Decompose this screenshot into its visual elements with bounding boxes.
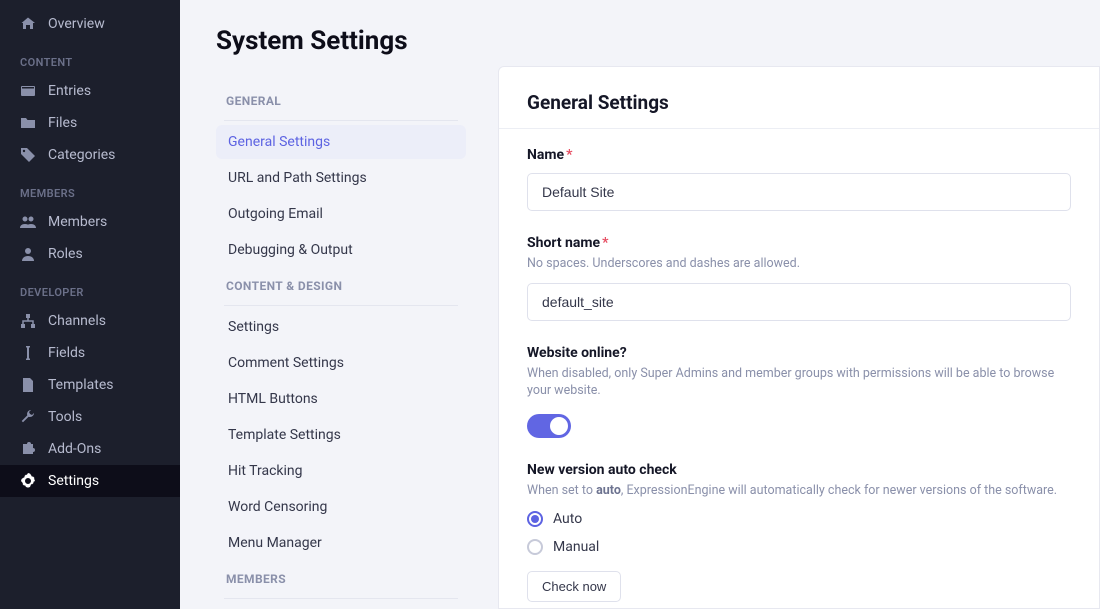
sidebar-item-tools[interactable]: Tools: [0, 401, 180, 433]
sidebar-item-files[interactable]: Files: [0, 107, 180, 139]
desc-text: , ExpressionEngine will automatically ch…: [621, 483, 1057, 498]
field-label: New version auto check: [527, 462, 1071, 478]
radio-indicator: [527, 539, 543, 555]
folder-icon: [20, 115, 36, 131]
desc-bold: auto: [596, 483, 621, 498]
required-asterisk: *: [566, 147, 572, 163]
sidebar-item-label: Roles: [48, 246, 83, 262]
gear-icon: [20, 473, 36, 489]
sidebar-item-label: Members: [48, 214, 107, 230]
puzzle-icon: [20, 441, 36, 457]
sidebar-item-settings[interactable]: Settings: [0, 465, 180, 497]
subnav-group-content-design: CONTENT & DESIGN: [216, 269, 466, 301]
radio-label: Manual: [553, 539, 599, 555]
radio-label: Auto: [553, 511, 582, 527]
primary-sidebar: Overview CONTENT Entries Files Categorie…: [0, 0, 180, 609]
panel-heading: General Settings: [499, 67, 1099, 128]
sidebar-item-members[interactable]: Members: [0, 206, 180, 238]
user-icon: [20, 246, 36, 262]
wrench-icon: [20, 409, 36, 425]
users-icon: [20, 214, 36, 230]
field-description: No spaces. Underscores and dashes are al…: [527, 255, 1071, 273]
content-row: GENERAL General Settings URL and Path Se…: [180, 66, 1100, 609]
divider: [224, 120, 458, 121]
subnav-item-hit-tracking[interactable]: Hit Tracking: [216, 454, 466, 488]
sidebar-section-members: MEMBERS: [0, 171, 180, 206]
sidebar-item-templates[interactable]: Templates: [0, 369, 180, 401]
subnav-group-members: MEMBERS: [216, 562, 466, 594]
sidebar-item-label: Tools: [48, 409, 82, 425]
page-title: System Settings: [216, 26, 1064, 56]
radio-auto[interactable]: Auto: [527, 511, 1071, 527]
field-label-text: Name: [527, 147, 564, 163]
check-now-button[interactable]: Check now: [527, 571, 621, 602]
subnav-item-settings[interactable]: Settings: [216, 310, 466, 344]
page-header: System Settings: [180, 0, 1100, 66]
sidebar-item-fields[interactable]: Fields: [0, 337, 180, 369]
sidebar-item-roles[interactable]: Roles: [0, 238, 180, 270]
subnav-item-url-path[interactable]: URL and Path Settings: [216, 161, 466, 195]
file-icon: [20, 377, 36, 393]
subnav-item-word-censoring[interactable]: Word Censoring: [216, 490, 466, 524]
field-website-online: Website online? When disabled, only Supe…: [499, 327, 1099, 444]
field-label: Website online?: [527, 345, 1071, 361]
sidebar-section-developer: DEVELOPER: [0, 270, 180, 305]
sidebar-item-categories[interactable]: Categories: [0, 139, 180, 171]
sidebar-item-label: Entries: [48, 83, 91, 99]
i-cursor-icon: [20, 345, 36, 361]
sidebar-section-content: CONTENT: [0, 40, 180, 75]
field-label: Name*: [527, 147, 1071, 163]
sidebar-item-label: Categories: [48, 147, 115, 163]
sidebar-item-label: Fields: [48, 345, 85, 361]
main-area: System Settings GENERAL General Settings…: [180, 0, 1100, 609]
field-short-name: Short name* No spaces. Underscores and d…: [499, 217, 1099, 327]
sidebar-item-label: Overview: [48, 16, 105, 32]
settings-panel: General Settings Name* Short name* No sp…: [498, 66, 1100, 609]
tag-icon: [20, 147, 36, 163]
sidebar-item-channels[interactable]: Channels: [0, 305, 180, 337]
desc-text: When set to: [527, 483, 596, 498]
subnav-item-template-settings[interactable]: Template Settings: [216, 418, 466, 452]
subnav-item-general-settings[interactable]: General Settings: [216, 125, 466, 159]
home-icon: [20, 16, 36, 32]
radio-indicator: [527, 511, 543, 527]
name-input[interactable]: [527, 173, 1071, 211]
sitemap-icon: [20, 313, 36, 329]
sidebar-item-label: Templates: [48, 377, 114, 393]
sidebar-item-addons[interactable]: Add-Ons: [0, 433, 180, 465]
radio-manual[interactable]: Manual: [527, 539, 1071, 555]
subnav-item-html-buttons[interactable]: HTML Buttons: [216, 382, 466, 416]
subnav-group-general: GENERAL: [216, 84, 466, 116]
list-icon: [20, 83, 36, 99]
divider: [224, 305, 458, 306]
field-name: Name*: [499, 129, 1099, 217]
subnav-item-debugging[interactable]: Debugging & Output: [216, 233, 466, 267]
field-description: When set to auto, ExpressionEngine will …: [527, 482, 1071, 500]
required-asterisk: *: [602, 235, 608, 251]
subnav-item-outgoing-email[interactable]: Outgoing Email: [216, 197, 466, 231]
sidebar-item-entries[interactable]: Entries: [0, 75, 180, 107]
field-description: When disabled, only Super Admins and mem…: [527, 365, 1071, 400]
sidebar-item-label: Channels: [48, 313, 106, 329]
subnav-item-comment-settings[interactable]: Comment Settings: [216, 346, 466, 380]
field-label-text: Short name: [527, 235, 600, 251]
field-version-check: New version auto check When set to auto,…: [499, 444, 1099, 609]
sidebar-item-label: Add-Ons: [48, 441, 101, 457]
website-online-toggle[interactable]: [527, 414, 571, 438]
field-label: Short name*: [527, 235, 1071, 251]
sidebar-item-label: Settings: [48, 473, 99, 489]
short-name-input[interactable]: [527, 283, 1071, 321]
sidebar-item-label: Files: [48, 115, 77, 131]
sidebar-item-overview[interactable]: Overview: [0, 8, 180, 40]
panel-title: General Settings: [527, 91, 1071, 114]
subnav-item-menu-manager[interactable]: Menu Manager: [216, 526, 466, 560]
divider: [224, 598, 458, 599]
settings-subnav: GENERAL General Settings URL and Path Se…: [216, 66, 466, 609]
toggle-knob: [550, 417, 568, 435]
